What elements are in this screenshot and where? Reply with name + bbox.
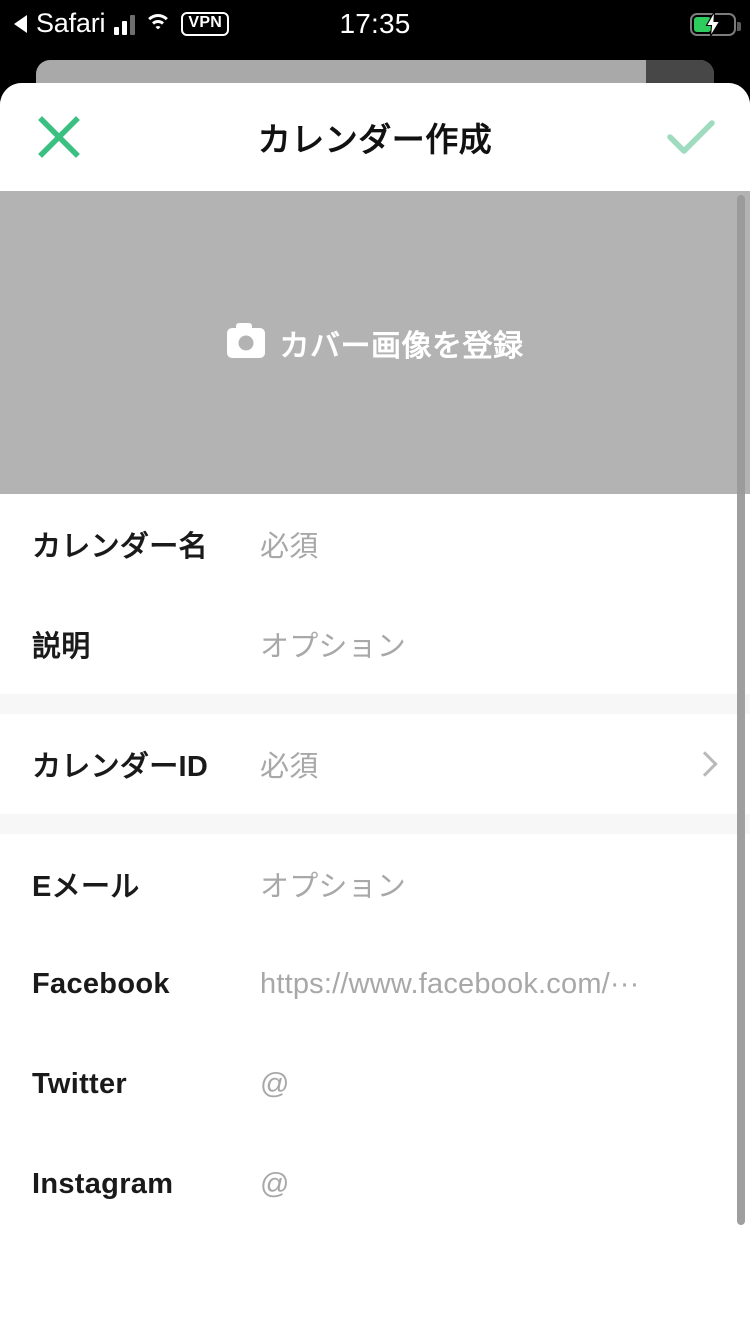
- sheet-header: カレンダー作成: [0, 83, 750, 191]
- section-separator: [0, 814, 750, 834]
- form-row-label: Instagram: [32, 1167, 174, 1200]
- charging-bolt-icon: [705, 11, 721, 37]
- section-separator: [0, 694, 750, 714]
- battery-charging-icon: [690, 11, 741, 37]
- camera-icon: [226, 322, 265, 358]
- form-row-label: Eメール: [32, 871, 140, 903]
- form-row[interactable]: Twitter @: [0, 1034, 750, 1134]
- form-group: Eメール オプション Facebook https://www.facebook.co…: [0, 834, 750, 1234]
- form-row[interactable]: Instagram @: [0, 1134, 750, 1234]
- form-row-value[interactable]: @: [260, 1168, 718, 1201]
- form-row-value[interactable]: @: [260, 1068, 718, 1101]
- form-row-value[interactable]: オプション: [260, 863, 718, 905]
- close-x-icon: [38, 116, 80, 158]
- form-row-value[interactable]: オプション: [260, 623, 718, 665]
- form-row-label: カレンダー名: [32, 531, 208, 563]
- form-row[interactable]: 説明 オプション: [0, 594, 750, 694]
- status-bar-clock: 17:35: [339, 8, 411, 39]
- chevron-right-icon: [692, 751, 718, 777]
- status-bar-center: 17:35: [0, 0, 750, 48]
- form-row-value[interactable]: 必須: [260, 523, 718, 565]
- confirm-button[interactable]: [636, 83, 746, 191]
- form-row-label: 説明: [32, 631, 91, 663]
- cover-image-prompt: カバー画像を登録: [226, 321, 524, 365]
- status-bar-right: [690, 0, 741, 48]
- checkmark-icon: [667, 120, 715, 154]
- form-row[interactable]: Facebook https://www.facebook.com/···: [0, 934, 750, 1034]
- form-row-label: Facebook: [32, 967, 170, 1000]
- form-area: カレンダー名 必須 説明 オプション カレンダーID 必須 Eメール オプション Faceboo…: [0, 494, 750, 1234]
- phone-screen: Safari VPN 17:35 カレンダー作成 カバー画像を登録 カレンダー名…: [0, 0, 750, 1334]
- cover-image-label: カバー画像を登録: [279, 329, 524, 363]
- form-group: カレンダーID 必須: [0, 714, 750, 814]
- form-row-label: Twitter: [32, 1067, 128, 1100]
- form-row-value[interactable]: 必須: [260, 743, 684, 785]
- close-button[interactable]: [4, 83, 114, 191]
- form-row[interactable]: カレンダーID 必須: [0, 714, 750, 814]
- create-calendar-sheet: カレンダー作成 カバー画像を登録 カレンダー名 必須 説明 オプション カレンダーID 必…: [0, 83, 750, 1334]
- vertical-scrollbar[interactable]: [737, 195, 745, 1225]
- form-row[interactable]: Eメール オプション: [0, 834, 750, 934]
- form-group: カレンダー名 必須説明 オプション: [0, 494, 750, 694]
- cover-image-picker[interactable]: カバー画像を登録: [0, 191, 750, 494]
- page-title: カレンダー作成: [257, 121, 493, 158]
- form-row-label: カレンダーID: [32, 751, 209, 783]
- status-bar: Safari VPN 17:35: [0, 0, 750, 48]
- form-row-value[interactable]: https://www.facebook.com/···: [260, 968, 718, 1001]
- form-row[interactable]: カレンダー名 必須: [0, 494, 750, 594]
